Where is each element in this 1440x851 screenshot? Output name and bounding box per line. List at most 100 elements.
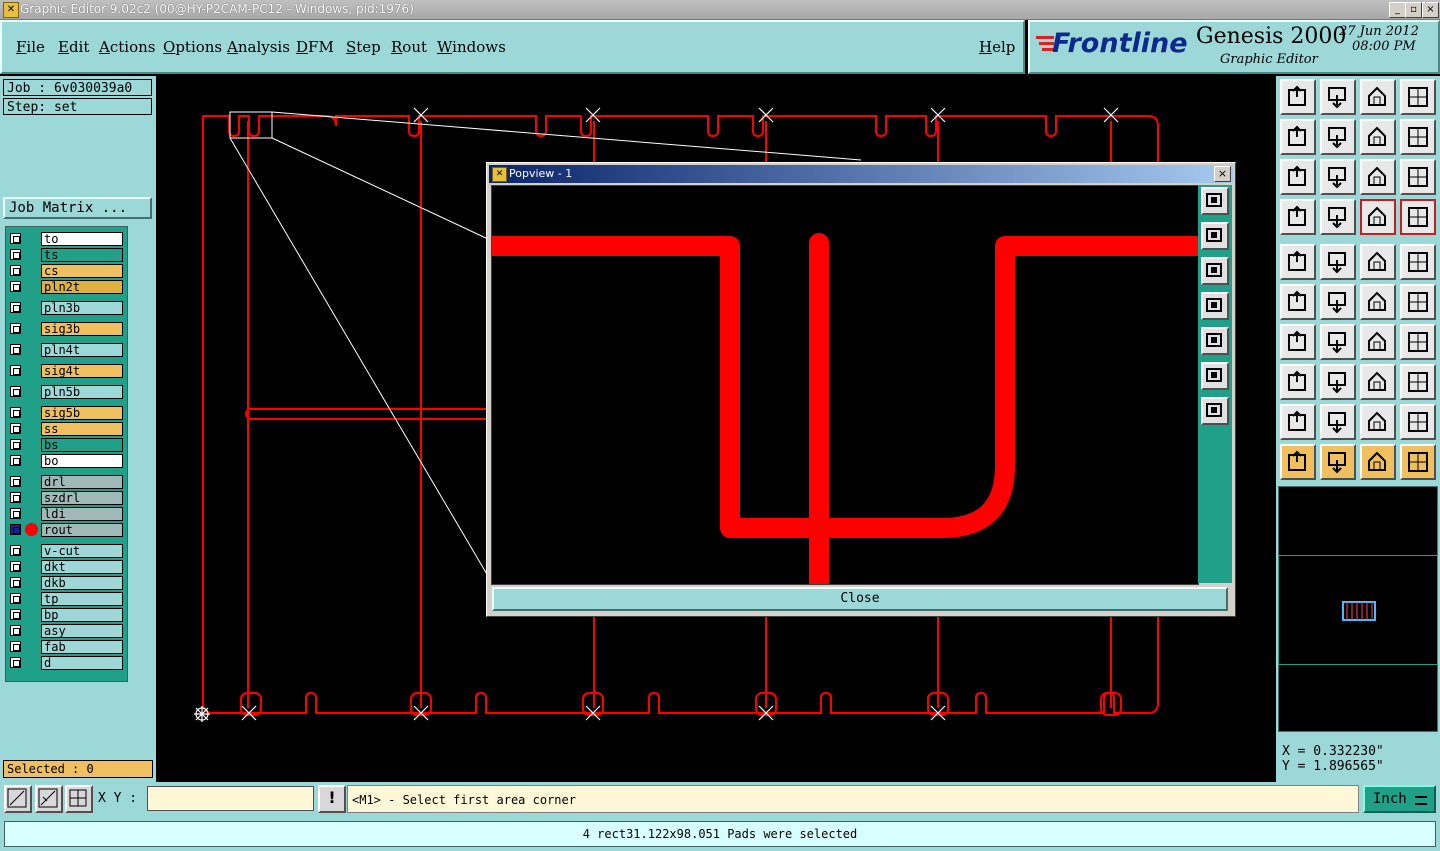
tool-button[interactable] [1400,284,1436,320]
layer-checkbox[interactable] [10,476,21,487]
layer-row[interactable]: bs [8,438,125,453]
tool-button[interactable] [1320,159,1356,195]
alert-button[interactable]: ! [318,785,346,813]
layer-row[interactable]: d [8,656,125,671]
popview-tool-button[interactable] [1201,187,1229,215]
tool-button[interactable] [1280,364,1316,400]
tool-button[interactable] [1320,119,1356,155]
tool-button[interactable] [1360,199,1396,235]
layer-checkbox[interactable] [10,323,21,334]
popview-tool-button[interactable] [1201,397,1229,425]
overview-map[interactable] [1278,486,1438,732]
layer-row[interactable]: fab [8,640,125,655]
popview-tool-button[interactable] [1201,222,1229,250]
popview-close-icon[interactable]: × [1214,166,1231,182]
popview-tool-button[interactable] [1201,327,1229,355]
popview-tool-button[interactable] [1201,362,1229,390]
tool-button[interactable] [1360,79,1396,115]
menu-edit[interactable]: Edit [58,38,89,56]
popview-close-button[interactable]: Close [492,587,1228,611]
tool-button[interactable] [1360,364,1396,400]
layer-row[interactable]: sig4t [8,364,125,379]
layer-checkbox[interactable] [10,302,21,313]
popview-tool-button[interactable] [1201,292,1229,320]
tool-button[interactable] [1320,324,1356,360]
layer-row[interactable]: szdrl [8,491,125,506]
units-selector[interactable]: Inch [1363,785,1436,813]
tool-button[interactable] [1360,324,1396,360]
menu-options[interactable]: Options [163,38,222,56]
layer-checkbox[interactable] [10,609,21,620]
maximize-button[interactable]: ▫ [1405,2,1422,18]
popview-canvas[interactable] [491,185,1199,585]
tool-button[interactable] [1360,119,1396,155]
tool-button[interactable] [1400,79,1436,115]
grid-button[interactable] [65,785,93,813]
layer-row[interactable]: pln2t [8,280,125,295]
layer-checkbox[interactable] [10,439,21,450]
layer-row[interactable]: asy [8,624,125,639]
tool-button[interactable] [1320,404,1356,440]
layer-checkbox[interactable] [10,577,21,588]
tool-button[interactable] [1400,159,1436,195]
layer-checkbox[interactable] [10,386,21,397]
tool-button[interactable] [1320,199,1356,235]
layer-row[interactable]: v-cut [8,544,125,559]
tool-button[interactable] [1280,404,1316,440]
tool-button[interactable] [1400,119,1436,155]
layer-checkbox[interactable] [10,593,21,604]
layer-checkbox[interactable] [10,281,21,292]
layer-checkbox[interactable] [10,265,21,276]
layer-row[interactable]: pln5b [8,385,125,400]
menu-help[interactable]: Help [979,38,1015,56]
layer-row[interactable]: ss [8,422,125,437]
layer-row[interactable]: ldi [8,507,125,522]
menu-rout[interactable]: Rout [391,38,427,56]
menu-windows[interactable]: Windows [437,38,506,56]
layer-checkbox[interactable] [10,641,21,652]
tool-button[interactable] [1320,444,1356,480]
menu-analysis[interactable]: Analysis [227,38,290,56]
layer-row[interactable]: bp [8,608,125,623]
tool-button[interactable] [1280,199,1316,235]
layer-row[interactable]: dkt [8,560,125,575]
layer-checkbox[interactable] [10,545,21,556]
job-matrix-button[interactable]: Job Matrix ... [3,197,152,219]
layer-row[interactable]: pln3b [8,301,125,316]
layer-checkbox[interactable] [10,407,21,418]
layer-checkbox[interactable] [10,657,21,668]
tool-button[interactable] [1400,244,1436,280]
menu-step[interactable]: Step [346,38,381,56]
layer-checkbox[interactable] [10,344,21,355]
layer-row[interactable]: bo [8,454,125,469]
layer-checkbox[interactable] [10,561,21,572]
tool-button[interactable] [1280,159,1316,195]
layer-row[interactable]: pln4t [8,343,125,358]
layer-row[interactable]: rout [8,523,125,538]
menu-dfm[interactable]: DFM [296,38,334,56]
tool-button[interactable] [1400,364,1436,400]
layer-row[interactable]: sig3b [8,322,125,337]
tool-button[interactable] [1360,244,1396,280]
measure-button[interactable] [35,785,63,813]
layer-checkbox[interactable] [10,492,21,503]
layer-checkbox[interactable] [10,524,21,535]
tool-button[interactable] [1400,324,1436,360]
tool-button[interactable] [1360,444,1396,480]
tool-button[interactable] [1360,159,1396,195]
tool-button[interactable] [1400,199,1436,235]
xy-input[interactable] [147,786,314,811]
snap-button[interactable] [4,785,32,813]
layer-checkbox[interactable] [10,233,21,244]
menu-file[interactable]: File [16,38,45,56]
layer-checkbox[interactable] [10,423,21,434]
layer-checkbox[interactable] [10,365,21,376]
tool-button[interactable] [1280,324,1316,360]
layer-row[interactable]: cs [8,264,125,279]
tool-button[interactable] [1400,404,1436,440]
layer-row[interactable]: ts [8,248,125,263]
layer-row[interactable]: drl [8,475,125,490]
layer-checkbox[interactable] [10,508,21,519]
tool-button[interactable] [1320,79,1356,115]
tool-button[interactable] [1320,284,1356,320]
